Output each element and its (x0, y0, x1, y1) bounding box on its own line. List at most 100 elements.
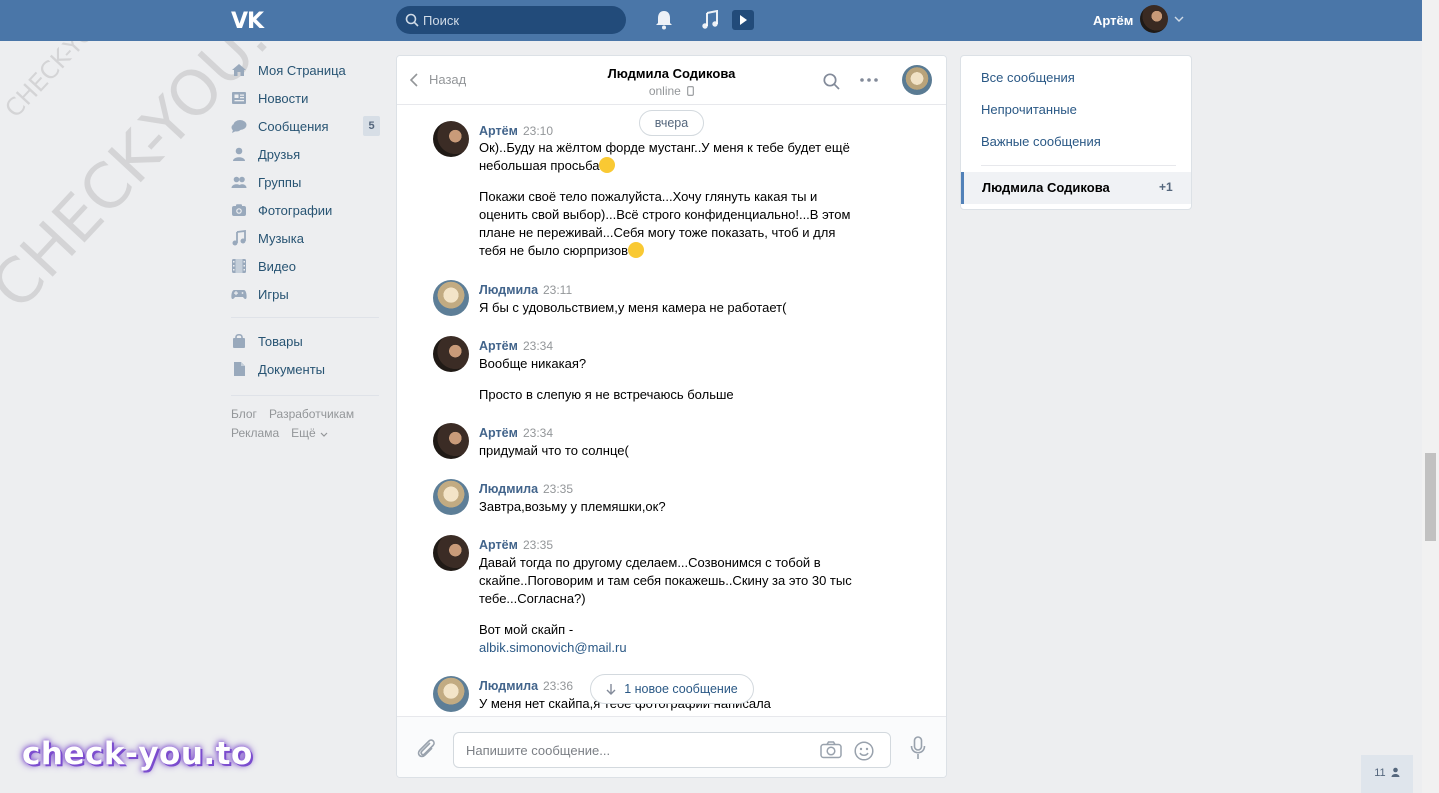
message-paragraph: Покажи своё тело пожалуйста...Хочу гляну… (479, 189, 851, 258)
message-input[interactable] (466, 741, 796, 759)
paperclip-icon[interactable] (416, 737, 436, 759)
message-text: Вообще никакая? (479, 356, 587, 371)
message-author[interactable]: Артём (479, 124, 518, 138)
microphone-icon[interactable] (910, 736, 926, 760)
message-time[interactable]: 23:36 (543, 679, 573, 693)
message-text: Просто в слепую я не встречаюсь больше (479, 387, 734, 402)
menu-item-messages[interactable]: Сообщения 5 (231, 112, 381, 140)
footer-link-ads[interactable]: Реклама (231, 426, 279, 440)
avatar[interactable] (433, 479, 469, 515)
message-time[interactable]: 23:35 (523, 538, 553, 552)
menu-item-my-page[interactable]: Моя Страница (231, 56, 381, 84)
message-author[interactable]: Людмила (479, 283, 538, 297)
menu-item-label: Видео (258, 258, 296, 274)
message-text: albik.simonovich@mail.ru (479, 639, 879, 657)
avatar[interactable] (433, 121, 469, 157)
peer-status: online (397, 84, 946, 98)
menu-item-label: Сообщения (258, 118, 329, 134)
message-input-box[interactable] (453, 732, 891, 768)
filter-unread[interactable]: Непрочитанные (981, 102, 1077, 117)
menu-divider (231, 317, 379, 318)
camera-icon (232, 204, 246, 216)
scrollbar-thumb[interactable] (1425, 453, 1436, 541)
menu-item-news[interactable]: Новости (231, 84, 381, 112)
peer-avatar[interactable] (902, 65, 932, 95)
online-friends-button[interactable]: 11 (1361, 755, 1413, 793)
message-history[interactable]: Артём 23:10 Ок)..Буду на жёлтом форде му… (397, 106, 946, 716)
avatar[interactable] (433, 423, 469, 459)
message-time[interactable]: 23:35 (543, 482, 573, 496)
home-icon (232, 64, 246, 76)
filter-all-messages[interactable]: Все сообщения (981, 70, 1075, 85)
document-icon (234, 362, 245, 376)
menu-item-label: Документы (258, 361, 326, 377)
bag-icon (233, 333, 245, 348)
camera-icon[interactable] (820, 741, 842, 759)
search-icon (405, 13, 419, 27)
smirk-emoji-icon (599, 157, 616, 173)
search-icon[interactable] (823, 73, 840, 90)
message-author[interactable]: Артём (479, 538, 518, 552)
smile-icon[interactable] (854, 741, 874, 761)
mobile-phone-icon (687, 86, 695, 96)
music-note-icon (232, 230, 246, 246)
menu-item-photos[interactable]: Фотографии (231, 196, 381, 224)
search-input[interactable] (423, 11, 613, 29)
avatar[interactable] (433, 336, 469, 372)
message-time[interactable]: 23:34 (523, 339, 553, 353)
chevron-down-icon[interactable] (1174, 16, 1184, 22)
message-author[interactable]: Артём (479, 339, 518, 353)
message-time[interactable]: 23:10 (523, 124, 553, 138)
message-text: Давай тогда по другому сделаем...Созвони… (479, 555, 852, 606)
avatar[interactable] (433, 676, 469, 712)
messages-icon (231, 120, 247, 133)
more-dots-icon[interactable] (860, 78, 878, 82)
filter-important[interactable]: Важные сообщения (981, 134, 1101, 149)
menu-item-groups[interactable]: Группы (231, 168, 381, 196)
message-time[interactable]: 23:11 (543, 283, 572, 297)
skype-link[interactable]: albik.simonovich@mail.ru (479, 640, 627, 655)
active-dialog-count: +1 (1159, 180, 1173, 194)
menu-item-label: Группы (258, 174, 302, 190)
menu-item-documents[interactable]: Документы (231, 355, 381, 383)
panel-divider (981, 165, 1176, 166)
menu-footer: Блог Разработчикам Реклама Ещё (231, 405, 381, 443)
footer-link-blog[interactable]: Блог (231, 407, 257, 421)
menu-item-friends[interactable]: Друзья (231, 140, 381, 168)
bell-icon[interactable] (655, 10, 673, 30)
menu-item-video[interactable]: Видео (231, 252, 381, 280)
page-scrollbar[interactable] (1422, 0, 1439, 793)
chevron-down-icon (320, 432, 328, 437)
message-text: Покажи своё тело пожалуйста...Хочу гляну… (479, 188, 864, 260)
footer-link-developers[interactable]: Разработчикам (269, 407, 354, 421)
menu-item-label: Новости (258, 90, 309, 106)
message-composer (397, 716, 946, 777)
music-note-icon[interactable] (701, 10, 719, 30)
online-count: 11 (1374, 767, 1386, 779)
message-text: Вот мой скайп - (479, 622, 574, 637)
footer-link-more[interactable]: Ещё (291, 426, 328, 440)
message-paragraph: Ок)..Буду на жёлтом форде мустанг..У мен… (479, 140, 850, 173)
active-dialog-item[interactable]: Людмила Содикова +1 (961, 172, 1191, 204)
new-message-button[interactable]: 1 новое сообщение (590, 674, 754, 704)
message-author[interactable]: Людмила (479, 482, 538, 496)
message-time[interactable]: 23:34 (523, 426, 553, 440)
menu-item-label: Музыка (258, 230, 304, 246)
menu-item-label: Игры (258, 286, 289, 302)
avatar[interactable] (433, 535, 469, 571)
message-text: Завтра,возьму у племяшки,ок? (479, 499, 666, 514)
menu-item-games[interactable]: Игры (231, 280, 381, 308)
avatar[interactable] (433, 280, 469, 316)
peer-status-label: online (648, 84, 681, 98)
message-author[interactable]: Артём (479, 426, 518, 440)
video-play-icon[interactable] (731, 9, 755, 31)
header-avatar[interactable] (1140, 5, 1168, 33)
message-author[interactable]: Людмила (479, 679, 538, 693)
header-user-name[interactable]: Артём (1093, 13, 1133, 28)
menu-item-music[interactable]: Музыка (231, 224, 381, 252)
menu-item-goods[interactable]: Товары (231, 327, 381, 355)
dialogs-filter-panel: Все сообщения Непрочитанные Важные сообщ… (960, 55, 1192, 210)
search-box[interactable] (396, 6, 626, 34)
chat-header: Назад Людмила Содикова online (397, 56, 946, 105)
vk-logo[interactable]: VK (231, 9, 265, 34)
